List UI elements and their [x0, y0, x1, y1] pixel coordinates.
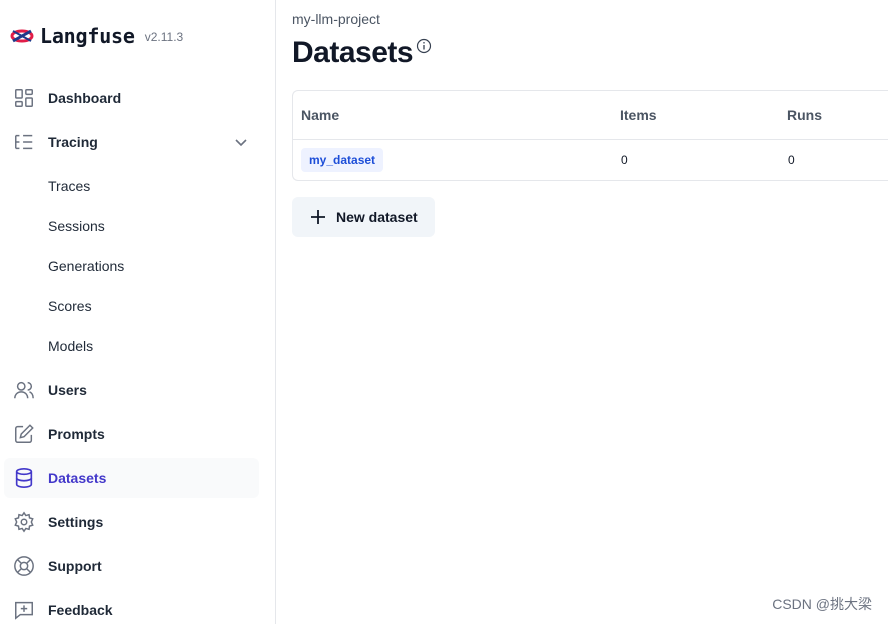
support-icon: [12, 554, 36, 578]
sidebar-item-sessions[interactable]: Sessions: [48, 214, 105, 238]
sidebar: Langfuse v2.11.3 Dashboard Tracing Trace…: [0, 0, 276, 624]
table-header: Name Items Runs: [293, 91, 888, 140]
feedback-icon: [12, 598, 36, 622]
sidebar-item-scores[interactable]: Scores: [48, 294, 92, 318]
column-header-name[interactable]: Name: [301, 107, 339, 123]
column-header-runs[interactable]: Runs: [787, 107, 822, 123]
breadcrumb[interactable]: my-llm-project: [292, 11, 380, 27]
sidebar-item-prompts[interactable]: Prompts: [4, 414, 259, 454]
page-title: Datasets: [292, 36, 414, 69]
app-root: Langfuse v2.11.3 Dashboard Tracing Trace…: [0, 0, 888, 624]
sidebar-item-label: Prompts: [48, 426, 105, 442]
langfuse-logo-icon: [10, 28, 34, 44]
datasets-table: Name Items Runs my_dataset 0 0: [292, 90, 888, 181]
sidebar-item-label: Datasets: [48, 470, 107, 486]
dashboard-icon: [12, 86, 36, 110]
prompts-icon: [12, 422, 36, 446]
brand-version: v2.11.3: [144, 30, 184, 44]
column-header-items[interactable]: Items: [620, 107, 657, 123]
sidebar-item-models[interactable]: Models: [48, 334, 93, 358]
dataset-name-link[interactable]: my_dataset: [301, 148, 384, 172]
sidebar-item-label: Feedback: [48, 602, 113, 618]
sidebar-item-label: Tracing: [48, 134, 98, 150]
chevron-down-icon[interactable]: [233, 134, 249, 150]
datasets-icon: [12, 466, 36, 490]
table-row[interactable]: my_dataset 0 0: [293, 140, 888, 180]
sidebar-item-tracing[interactable]: Tracing: [4, 122, 259, 162]
sidebar-item-generations[interactable]: Generations: [48, 254, 124, 278]
sidebar-item-label: Dashboard: [48, 90, 122, 106]
settings-icon: [12, 510, 36, 534]
sidebar-item-users[interactable]: Users: [4, 370, 259, 410]
sidebar-item-traces[interactable]: Traces: [48, 174, 90, 198]
sidebar-item-label: Users: [48, 382, 87, 398]
dataset-runs-count: 0: [788, 153, 795, 167]
main-content: my-llm-project Datasets Name Items Runs …: [276, 0, 888, 624]
watermark: CSDN @挑大梁: [772, 596, 872, 612]
sidebar-item-dashboard[interactable]: Dashboard: [4, 78, 259, 118]
sidebar-item-datasets[interactable]: Datasets: [4, 458, 259, 498]
new-dataset-button[interactable]: New dataset: [292, 197, 435, 237]
plus-icon: [311, 210, 325, 224]
users-icon: [12, 378, 36, 402]
sidebar-item-support[interactable]: Support: [4, 546, 259, 586]
sidebar-item-label: Settings: [48, 514, 104, 530]
sidebar-item-feedback[interactable]: Feedback: [4, 590, 259, 624]
info-icon[interactable]: [416, 38, 432, 54]
sidebar-item-settings[interactable]: Settings: [4, 502, 259, 542]
new-dataset-label: New dataset: [336, 209, 418, 225]
brand[interactable]: Langfuse v2.11.3: [10, 22, 183, 50]
tracing-icon: [12, 130, 36, 154]
sidebar-item-label: Support: [48, 558, 102, 574]
brand-name: Langfuse: [40, 24, 135, 48]
dataset-items-count: 0: [621, 153, 628, 167]
